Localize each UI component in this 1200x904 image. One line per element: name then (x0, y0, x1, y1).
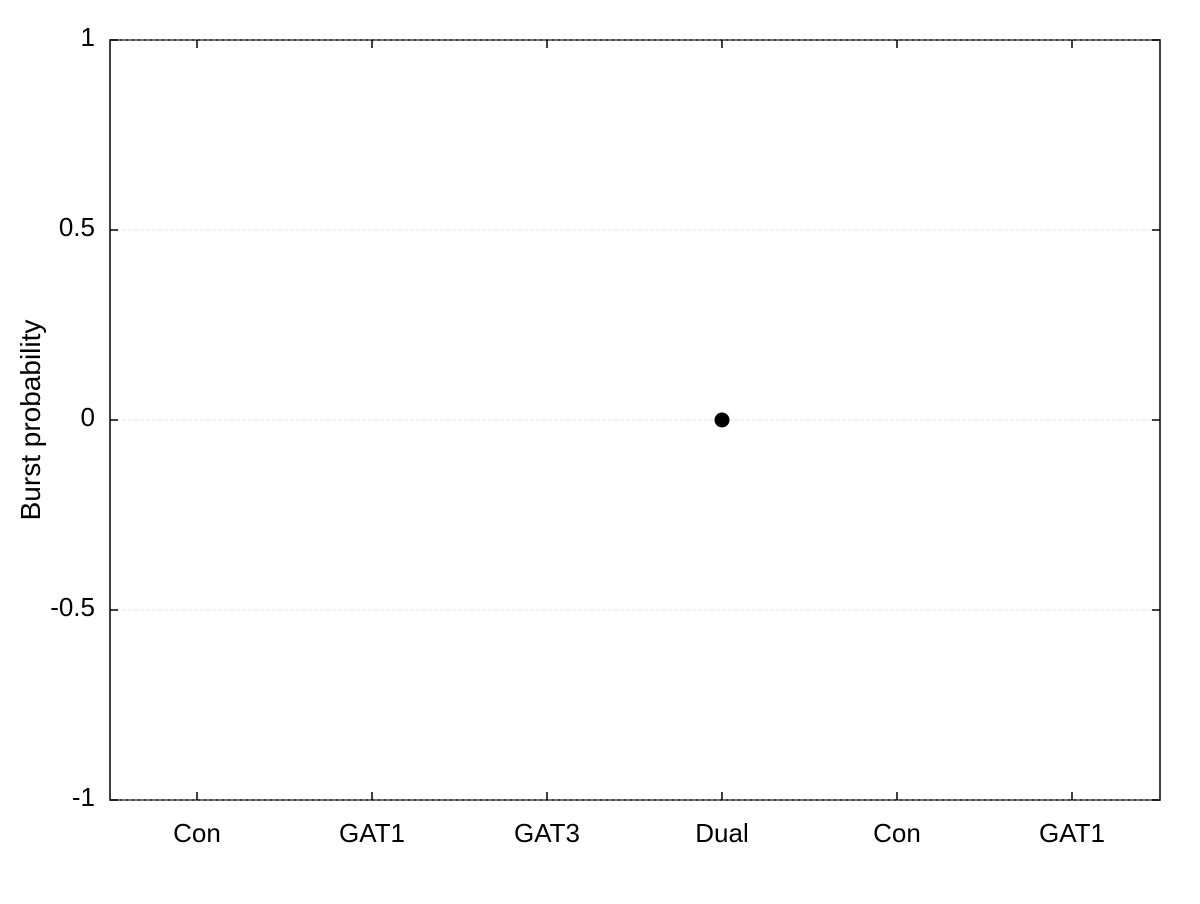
scatter-plot: 1 0.5 0 -0.5 -1 (0, 0, 1200, 900)
x-label-gat1-2: GAT1 (1039, 818, 1105, 848)
data-point-dual (715, 413, 729, 427)
x-label-con2: Con (873, 818, 921, 848)
y-label-m05: -0.5 (50, 592, 95, 622)
x-label-dual: Dual (695, 818, 748, 848)
x-label-con1: Con (173, 818, 221, 848)
y-label-0: 0 (81, 402, 95, 432)
y-axis-label: Burst probability (15, 320, 46, 521)
x-label-gat1-1: GAT1 (339, 818, 405, 848)
y-label-05: 0.5 (59, 212, 95, 242)
y-label-1: 1 (81, 22, 95, 52)
x-label-gat3: GAT3 (514, 818, 580, 848)
chart-container: 1 0.5 0 -0.5 -1 (0, 0, 1200, 900)
y-label-m1: -1 (72, 782, 95, 812)
